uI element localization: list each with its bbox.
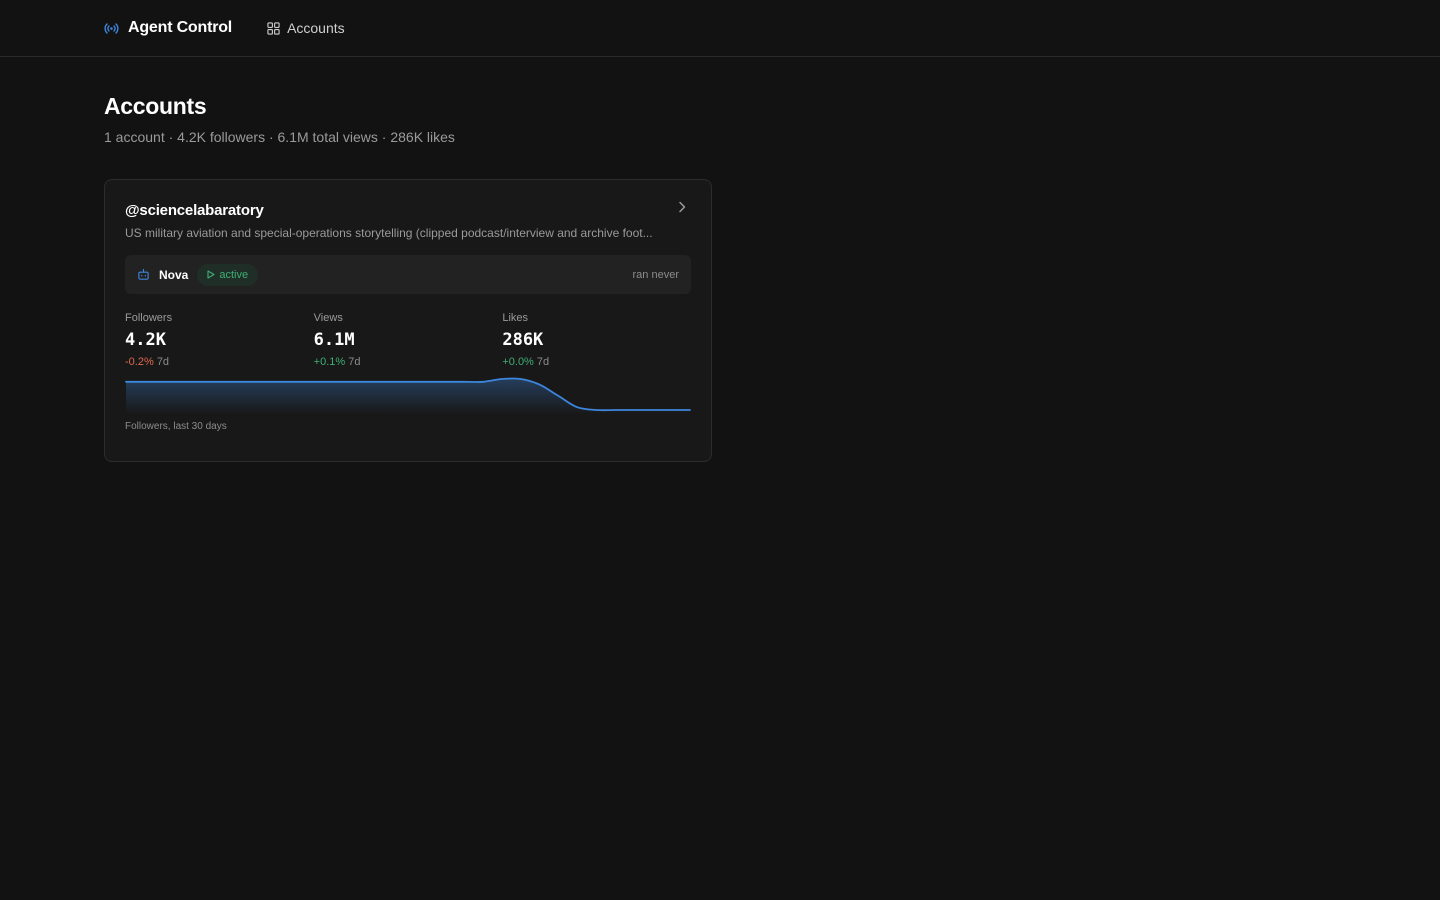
agent-name: Nova [159, 267, 189, 282]
metric-likes: Likes 286K +0.0% 7d [502, 312, 691, 368]
metric-change: +0.0% 7d [502, 356, 691, 368]
metrics-row: Followers 4.2K -0.2% 7d Views 6.1M +0.1%… [125, 312, 691, 368]
metric-change: +0.1% 7d [314, 356, 503, 368]
nav-accounts[interactable]: Accounts [267, 20, 345, 36]
metric-label: Likes [502, 312, 529, 324]
change-percent: +0.0% [502, 356, 534, 368]
metric-label: Views [313, 312, 343, 324]
account-handle: @sciencelabaratory [125, 202, 264, 219]
nav-accounts-label: Accounts [287, 20, 345, 36]
account-card[interactable]: @sciencelabaratory US military aviation … [104, 179, 712, 462]
change-percent: +0.1% [313, 356, 346, 368]
bot-icon [137, 268, 150, 281]
play-icon [207, 270, 215, 279]
status-badge: active [197, 263, 259, 286]
metric-views: Views 6.1M +0.1% 7d [314, 312, 503, 368]
metric-value: 4.2K [125, 330, 166, 350]
change-percent: -0.2% [125, 356, 154, 368]
page-summary: 1 account · 4.2K followers · 6.1M total … [104, 129, 455, 145]
sparkline-area [126, 378, 690, 414]
app-brand[interactable]: Agent Control [104, 19, 232, 37]
chevron-right-icon[interactable] [675, 200, 689, 214]
metric-followers: Followers 4.2K -0.2% 7d [125, 312, 314, 368]
metric-label: Followers [125, 312, 173, 324]
metric-value: 6.1M [313, 330, 355, 350]
metric-change: -0.2% 7d [125, 356, 314, 368]
agent-row[interactable]: Nova active ran never [125, 255, 691, 294]
page-title: Accounts [104, 93, 207, 119]
main-content: Accounts 1 account · 4.2K followers · 6.… [0, 57, 1440, 462]
sparkline-caption: Followers, last 30 days [125, 421, 227, 432]
app-title: Agent Control [128, 19, 233, 36]
followers-sparkline [125, 377, 691, 414]
top-bar: Agent Control Accounts [0, 0, 1440, 57]
change-period: 7d [348, 356, 361, 368]
change-period: 7d [156, 356, 170, 368]
status-label: active [219, 268, 249, 281]
grid-icon [267, 21, 280, 35]
account-bio: US military aviation and special-operati… [125, 226, 653, 240]
last-run-text: ran never [632, 268, 679, 281]
metric-value: 286K [502, 330, 544, 350]
broadcast-icon [104, 21, 119, 36]
change-period: 7d [536, 356, 550, 368]
